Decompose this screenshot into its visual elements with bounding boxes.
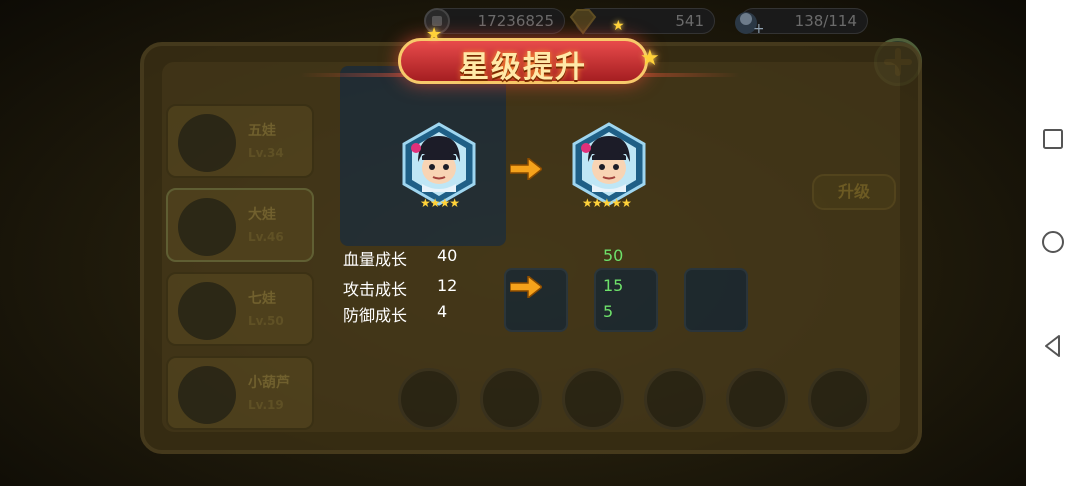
home-icon[interactable]: [1040, 229, 1066, 255]
hero-name: 七娃: [248, 291, 276, 307]
hero-avatar: [178, 198, 236, 256]
hero-avatar: [178, 366, 236, 424]
star-icon: ★: [439, 196, 451, 210]
skill-slot[interactable]: [808, 368, 870, 430]
sparkle-icon: ★: [612, 18, 625, 34]
stat-new-defense: 5: [603, 302, 614, 321]
modal-title: 星级提升: [459, 50, 587, 85]
star-icon: ★: [449, 196, 460, 210]
hero-level: Lv.34: [248, 146, 284, 160]
stat-label-defense: 防御成长: [343, 306, 408, 325]
hero-name: 大娃: [248, 207, 276, 223]
gem-value: 541: [675, 12, 704, 30]
sparkle-icon: ★: [426, 24, 443, 45]
stat-new-hp: 50: [603, 246, 624, 265]
star-icon: ★: [621, 196, 632, 210]
star-icon: ★: [429, 196, 441, 210]
stat-new-attack: 15: [603, 276, 624, 295]
skill-slot[interactable]: [480, 368, 542, 430]
skill-slot[interactable]: [398, 368, 460, 430]
equipment-slot[interactable]: [684, 268, 748, 332]
stamina-icon[interactable]: +: [733, 7, 765, 37]
stamina-value: 138/114: [794, 12, 857, 30]
star-icon: ★: [611, 196, 622, 210]
stat-old-defense: 4: [437, 302, 448, 321]
back-icon[interactable]: [1040, 333, 1066, 359]
hero-card[interactable]: 小葫芦 Lv.19: [166, 356, 314, 430]
sparkle-icon: ★: [640, 46, 660, 71]
recents-icon[interactable]: [1040, 126, 1066, 152]
hero-name: 小葫芦: [248, 375, 290, 391]
hero-level: Lv.19: [248, 398, 284, 412]
hero-avatar: [178, 114, 236, 172]
hero-panel-background: 五娃 Lv.34 大娃 Lv.46 七娃 Lv.50 小葫芦 Lv.19 升级: [140, 42, 922, 454]
hero-level: Lv.50: [248, 314, 284, 328]
upgrade-button[interactable]: 升级: [812, 174, 896, 210]
star-icon: ★: [601, 196, 613, 210]
stat-old-attack: 12: [437, 276, 458, 295]
star-rating-after: ★★★★★: [582, 196, 632, 210]
arrow-right-icon: [509, 156, 544, 182]
arrow-right-icon: [509, 274, 544, 300]
star-icon: ★: [420, 196, 431, 210]
star-icon: ★: [582, 196, 593, 210]
skill-slot[interactable]: [562, 368, 624, 430]
star-rating-before: ★★★★: [420, 196, 460, 210]
stat-label-attack: 攻击成长: [343, 280, 408, 299]
hero-name: 五娃: [248, 123, 276, 139]
star-icon: ★: [591, 196, 603, 210]
hero-level: Lv.46: [248, 230, 284, 244]
hero-avatar: [178, 282, 236, 340]
game-screen: 17236825 541 + 138/114 五娃 Lv.34 大娃 Lv.46: [0, 0, 1026, 486]
skill-slot[interactable]: [726, 368, 788, 430]
hero-card-selected[interactable]: 大娃 Lv.46: [166, 188, 314, 262]
svg-text:+: +: [753, 21, 763, 37]
android-nav-bar: [1026, 0, 1080, 486]
hero-card[interactable]: 五娃 Lv.34: [166, 104, 314, 178]
hero-card[interactable]: 七娃 Lv.50: [166, 272, 314, 346]
skill-slot[interactable]: [644, 368, 706, 430]
stamina-counter: + 138/114: [735, 8, 868, 37]
stat-old-hp: 40: [437, 246, 458, 265]
stat-label-hp: 血量成长: [343, 250, 408, 269]
